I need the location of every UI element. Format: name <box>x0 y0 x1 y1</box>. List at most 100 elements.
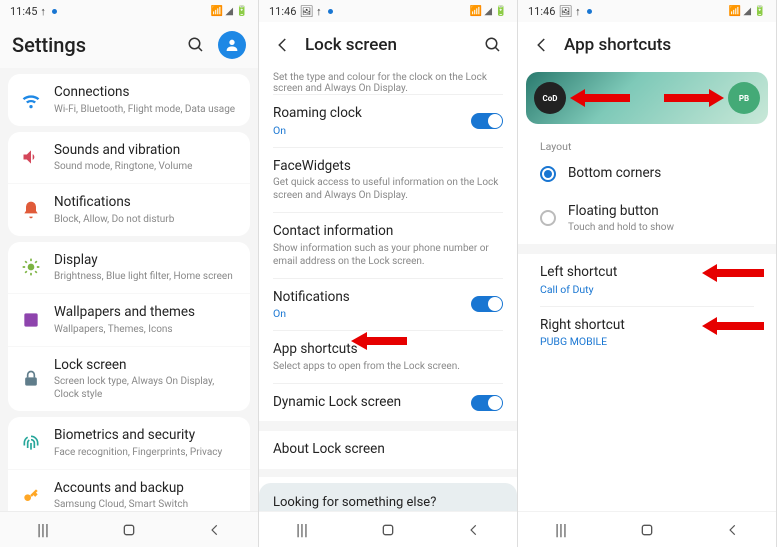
settings-item-lock-screen[interactable]: Lock screenScreen lock type, Always On D… <box>8 347 250 412</box>
settings-item-display[interactable]: DisplayBrightness, Blue light filter, Ho… <box>8 242 250 295</box>
back-icon[interactable] <box>530 33 554 57</box>
screen-app-shortcuts: 11:46 🖼 ↑ 📶 ◢ 🔋 App shortcuts CoD PB Lay… <box>518 0 777 547</box>
nav-recents[interactable]: ||| <box>282 518 322 542</box>
item-title: Connections <box>54 84 238 102</box>
display-icon <box>20 256 42 278</box>
preview-right-app[interactable]: PB <box>728 82 760 114</box>
item-status: On <box>273 124 362 137</box>
status-time: 11:46 <box>269 5 296 18</box>
item-title: Lock screen <box>54 357 238 375</box>
nav-back[interactable] <box>195 518 235 542</box>
settings-item-sounds[interactable]: Sounds and vibrationSound mode, Ringtone… <box>8 132 250 185</box>
search-icon[interactable] <box>481 33 505 57</box>
radio-sub: Touch and hold to show <box>568 221 674 234</box>
nav-home[interactable] <box>368 518 408 542</box>
nav-home[interactable] <box>109 518 149 542</box>
radio-floating-button[interactable]: Floating buttonTouch and hold to show <box>526 193 768 245</box>
header: App shortcuts <box>518 22 776 68</box>
item-sub: Select apps to open from the Lock screen… <box>273 360 503 373</box>
nav-back[interactable] <box>713 518 753 542</box>
box-title: Looking for something else? <box>273 495 503 510</box>
item-sub: Block, Allow, Do not disturb <box>54 213 238 226</box>
settings-item-notifications[interactable]: NotificationsBlock, Allow, Do not distur… <box>8 184 250 236</box>
item-title: App shortcuts <box>273 341 503 359</box>
item-title: About Lock screen <box>273 441 503 459</box>
nav-recents[interactable]: ||| <box>23 518 63 542</box>
status-bar: 11:46 🖼 ↑ 📶 ◢ 🔋 <box>259 0 517 22</box>
item-title: Sounds and vibration <box>54 142 238 160</box>
item-sub: Wallpapers, Themes, Icons <box>54 323 238 336</box>
nav-bar: ||| <box>0 511 258 547</box>
nav-home[interactable] <box>627 518 667 542</box>
item-sub: Show information such as your phone numb… <box>273 242 503 268</box>
wallpaper-icon <box>20 309 42 331</box>
profile-avatar[interactable] <box>218 31 246 59</box>
status-icons: 📶 ◢ 🔋 <box>210 6 248 17</box>
annotation-arrow <box>664 87 724 109</box>
status-bar: 11:45↑ 📶 ◢ 🔋 <box>0 0 258 22</box>
key-icon <box>20 485 42 507</box>
item-about-lock[interactable]: About Lock screen <box>259 431 517 469</box>
item-left-shortcut[interactable]: Left shortcut Call of Duty <box>526 254 768 306</box>
item-title: Notifications <box>54 194 238 212</box>
status-icons: 📶 ◢ 🔋 <box>469 6 507 17</box>
item-title: Biometrics and security <box>54 427 238 445</box>
screen-settings: 11:45↑ 📶 ◢ 🔋 Settings ConnectionsWi-Fi, … <box>0 0 259 547</box>
back-icon[interactable] <box>271 33 295 57</box>
preview-left-app[interactable]: CoD <box>534 82 566 114</box>
item-status: On <box>273 307 350 320</box>
radio-icon <box>540 166 556 182</box>
header: Lock screen <box>259 22 517 68</box>
upload-icon: ↑ <box>40 5 46 18</box>
item-title: FaceWidgets <box>273 158 503 176</box>
settings-item-accounts[interactable]: Accounts and backupSamsung Cloud, Smart … <box>8 470 250 511</box>
search-icon[interactable] <box>184 33 208 57</box>
item-sub: Screen lock type, Always On Display, Clo… <box>54 375 238 401</box>
nav-recents[interactable]: ||| <box>541 518 581 542</box>
item-title: Left shortcut <box>540 264 754 282</box>
header: Settings <box>0 22 258 68</box>
nav-bar: ||| <box>518 511 776 547</box>
radio-bottom-corners[interactable]: Bottom corners <box>526 155 768 193</box>
item-value: PUBG MOBILE <box>540 335 754 348</box>
item-title: Accounts and backup <box>54 480 238 498</box>
sound-icon <box>20 146 42 168</box>
status-icons: 📶 ◢ 🔋 <box>728 6 766 17</box>
settings-item-wallpapers[interactable]: Wallpapers and themesWallpapers, Themes,… <box>8 294 250 347</box>
item-notifications[interactable]: NotificationsOn <box>259 279 517 331</box>
annotation-arrow <box>570 87 630 109</box>
toggle-switch[interactable] <box>471 395 503 411</box>
page-title: App shortcuts <box>564 35 764 55</box>
wifi-icon <box>20 89 42 111</box>
status-dot-icon <box>587 9 592 14</box>
item-sub: Sound mode, Ringtone, Volume <box>54 160 238 173</box>
toggle-switch[interactable] <box>471 113 503 129</box>
toggle-switch[interactable] <box>471 296 503 312</box>
status-time: 11:45 <box>10 5 37 18</box>
nav-back[interactable] <box>454 518 494 542</box>
item-title: Roaming clock <box>273 105 362 123</box>
item-roaming-clock[interactable]: Roaming clockOn <box>259 95 517 147</box>
status-dot-icon <box>328 9 333 14</box>
looking-for-box: Looking for something else? Face recogni… <box>259 483 517 511</box>
item-sub: Get quick access to useful information o… <box>273 176 503 202</box>
item-title: Wallpapers and themes <box>54 304 238 322</box>
settings-item-biometrics[interactable]: Biometrics and securityFace recognition,… <box>8 417 250 470</box>
item-facewidgets[interactable]: FaceWidgets Get quick access to useful i… <box>259 148 517 213</box>
item-app-shortcuts[interactable]: App shortcuts Select apps to open from t… <box>259 331 517 383</box>
status-bar: 11:46 🖼 ↑ 📶 ◢ 🔋 <box>518 0 776 22</box>
item-dynamic-lock[interactable]: Dynamic Lock screen <box>259 384 517 422</box>
screen-lock-screen: 11:46 🖼 ↑ 📶 ◢ 🔋 Lock screen Set the type… <box>259 0 518 547</box>
item-right-shortcut[interactable]: Right shortcut PUBG MOBILE <box>526 307 768 359</box>
bell-icon <box>20 199 42 221</box>
item-value: Call of Duty <box>540 283 754 296</box>
status-time: 11:46 <box>528 5 555 18</box>
settings-item-connections[interactable]: ConnectionsWi-Fi, Bluetooth, Flight mode… <box>8 74 250 126</box>
radio-label: Bottom corners <box>568 165 661 183</box>
item-contact-info[interactable]: Contact information Show information suc… <box>259 213 517 278</box>
settings-list: ConnectionsWi-Fi, Bluetooth, Flight mode… <box>0 68 258 511</box>
app-shortcuts-list: CoD PB Layout Bottom corners Floating bu… <box>518 68 776 511</box>
page-title: Lock screen <box>305 35 471 55</box>
item-sub: Samsung Cloud, Smart Switch <box>54 498 238 511</box>
item-title: Contact information <box>273 223 503 241</box>
